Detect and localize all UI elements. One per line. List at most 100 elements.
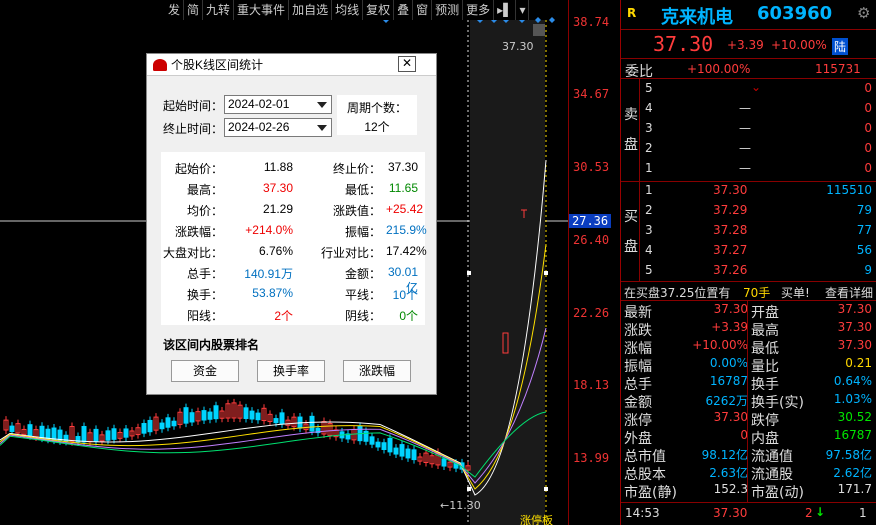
end-date-select[interactable]: 2024-02-26 [224, 118, 332, 137]
buy-level-n: 2 [645, 203, 653, 217]
stat-value: +214.0% [245, 223, 293, 237]
toolbar-button[interactable]: 简 [184, 0, 204, 20]
toolbar-button[interactable]: 九转 [203, 0, 235, 20]
buy-level-v: 56 [856, 243, 872, 257]
sell-level-v: 0 [864, 81, 872, 95]
end-time-label: 终止时间： [163, 122, 224, 136]
toolbar-button[interactable]: 发 [165, 0, 185, 20]
toolbar-button[interactable]: 均线 [332, 0, 364, 20]
collapse-icon[interactable]: ⌄ [751, 80, 761, 94]
price-pct: +10.00% [771, 38, 827, 52]
stat-label: 最低： [344, 183, 381, 197]
detail-label: 流通股 [751, 467, 793, 483]
detail-value: 2.62亿 [833, 466, 872, 480]
candle [369, 436, 375, 445]
detail-value: 37.30 [837, 320, 872, 334]
sell-level-n: 4 [645, 101, 653, 115]
toolbar-button[interactable]: 窗 [413, 0, 433, 20]
close-icon[interactable]: ✕ [398, 56, 416, 72]
detail-label: 量比 [751, 359, 779, 375]
buy-level-p: 37.28 [713, 223, 748, 237]
toolbar-button[interactable]: 重大事件 [234, 0, 290, 20]
price-axis-label: 18.13 [573, 378, 610, 392]
tick-price: 37.30 [713, 506, 748, 520]
price-axis-label: 22.26 [573, 306, 610, 320]
candle [105, 430, 111, 441]
interval-shade [470, 20, 545, 525]
buy-level-v: 115510 [826, 183, 872, 197]
sell-level-n: 3 [645, 121, 653, 135]
stat-value: 215.9% [386, 223, 427, 237]
tick-time: 14:53 [625, 506, 660, 520]
detail-value: 16787 [709, 374, 748, 388]
stat-label: 平线： [344, 288, 381, 302]
detail-label: 总市值 [624, 449, 666, 465]
rank-button[interactable]: 涨跌幅 [343, 360, 411, 382]
rank-button[interactable]: 资金 [171, 360, 239, 382]
low-tag: ←11.30 [440, 499, 481, 512]
chevron-down-icon [317, 102, 327, 108]
detail-value: 16787 [833, 428, 872, 442]
candle [93, 428, 99, 442]
sell-level-v: 0 [864, 101, 872, 115]
candle [159, 422, 165, 430]
detail-label: 金额 [624, 395, 652, 411]
market-badge: 陆 [832, 38, 849, 55]
price-axis-label: 30.53 [573, 160, 610, 174]
toolbar-button[interactable]: 加自选 [289, 0, 333, 20]
candle [9, 425, 15, 432]
stat-label: 大盘对比： [162, 246, 223, 260]
price-axis-label: 38.74 [573, 15, 610, 29]
period-label: 周期个数： [346, 101, 407, 115]
stat-label: 终止价： [332, 162, 381, 176]
detail-value: 0.00% [709, 356, 748, 370]
bottom-tag: 涨停板 [520, 513, 553, 525]
candle [375, 441, 381, 448]
gear-icon[interactable]: ⚙ [857, 4, 870, 22]
price-axis-label: 26.40 [573, 233, 610, 247]
detail-label: 振幅 [624, 359, 652, 375]
candle [141, 423, 147, 434]
stat-value: 6.76% [258, 244, 293, 258]
detail-value: 1.03% [833, 392, 872, 406]
start-date-select[interactable]: 2024-02-01 [224, 95, 332, 114]
info-buy: 买单! [781, 286, 810, 300]
stat-label: 起始价： [174, 162, 223, 176]
buy-level-n: 4 [645, 243, 653, 257]
sell-level-n: 2 [645, 141, 653, 155]
toolbar-button[interactable]: 叠 [394, 0, 414, 20]
stat-value: 53.87% [252, 286, 293, 300]
toolbar-button[interactable]: 更多 [463, 0, 495, 20]
view-detail-link[interactable]: 查看详细 [825, 284, 873, 301]
dialog-title-bar[interactable]: 个股K线区间统计 [147, 54, 436, 76]
last-price: 37.30 [653, 32, 714, 56]
stat-label: 最高： [186, 183, 223, 197]
app-logo-icon [153, 58, 167, 71]
stat-label: 金额： [344, 267, 381, 281]
candle [243, 407, 249, 419]
sell-level-v: 0 [864, 161, 872, 175]
stat-value: 2个 [274, 309, 293, 323]
sell-level-v: 0 [864, 141, 872, 155]
stat-label: 阳线： [186, 309, 223, 323]
stat-value: +25.42 [386, 202, 424, 216]
play-icon[interactable]: ▸▌ [494, 0, 517, 20]
toolbar-button[interactable]: 预测 [432, 0, 464, 20]
dialog-title: 个股K线区间统计 [171, 58, 264, 72]
stat-value: 140.91万 [244, 267, 293, 281]
sell-level-p: — [739, 121, 751, 135]
stat-label: 均价： [186, 204, 223, 218]
r-badge: R [627, 6, 637, 20]
candle [147, 419, 153, 433]
weibi-value: 115731 [815, 62, 861, 76]
buy-level-v: 79 [856, 203, 872, 217]
sell-level-p: — [739, 141, 751, 155]
dropdown-icon[interactable]: ▾ [516, 0, 530, 20]
price-change: +3.39 [727, 38, 764, 52]
toolbar-button[interactable]: 复权 [363, 0, 395, 20]
detail-label: 开盘 [751, 305, 779, 321]
detail-label: 市盈(静) [624, 485, 677, 501]
rank-button[interactable]: 换手率 [257, 360, 325, 382]
detail-label: 换手 [751, 377, 779, 393]
candle [171, 420, 177, 427]
